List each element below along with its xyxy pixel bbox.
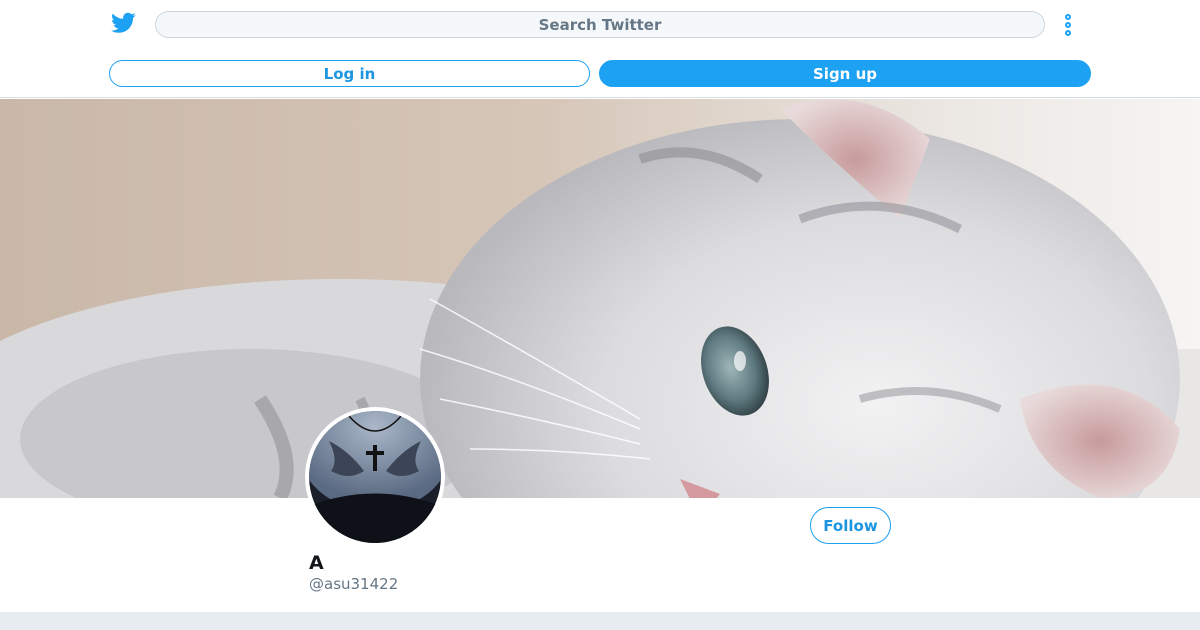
login-button[interactable]: Log in xyxy=(109,60,590,87)
login-label: Log in xyxy=(323,64,376,83)
signup-label: Sign up xyxy=(813,64,877,83)
signup-button[interactable]: Sign up xyxy=(599,60,1091,87)
section-divider xyxy=(0,612,1200,630)
profile-handle: @asu31422 xyxy=(309,575,399,593)
follow-label: Follow xyxy=(823,516,878,535)
follow-button[interactable]: Follow xyxy=(810,507,891,544)
more-vertical-icon[interactable] xyxy=(1059,11,1077,39)
search-placeholder: Search Twitter xyxy=(538,15,662,34)
top-bar: Search Twitter Log in Sign up xyxy=(0,0,1200,98)
more-dot xyxy=(1065,14,1071,20)
search-input[interactable]: Search Twitter xyxy=(155,11,1045,38)
profile-page: Search Twitter Log in Sign up Follow A @… xyxy=(0,0,1200,630)
more-dot xyxy=(1065,30,1071,36)
profile-avatar[interactable] xyxy=(305,407,445,547)
more-dot xyxy=(1065,22,1071,28)
profile-display-name: A xyxy=(309,552,324,574)
profile-banner-image[interactable] xyxy=(0,99,1200,498)
twitter-logo-icon[interactable] xyxy=(111,12,136,34)
